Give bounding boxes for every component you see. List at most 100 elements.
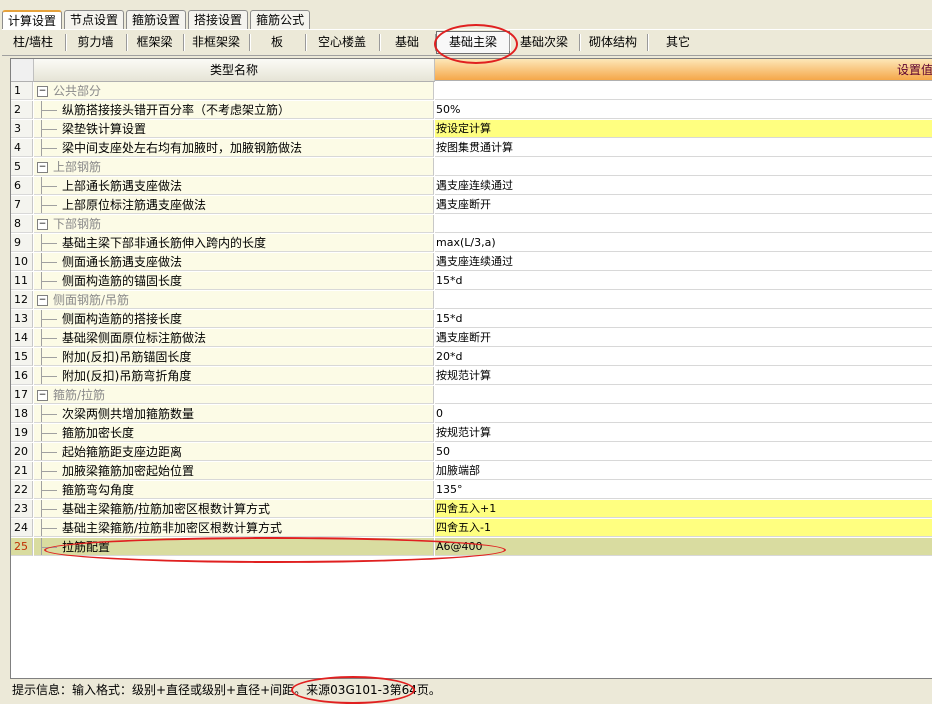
table-row[interactable]: 9 基础主梁下部非通长筋伸入跨内的长度 max(L/3,a) bbox=[11, 234, 932, 253]
row-name-cell[interactable]: 拉筋配置 bbox=[34, 538, 434, 556]
column-header-value[interactable]: 设置值 bbox=[435, 59, 932, 81]
row-name-cell[interactable]: 附加(反扣)吊筋弯折角度 bbox=[34, 367, 434, 385]
sub-tab-1[interactable]: 剪力墙 bbox=[66, 32, 125, 52]
collapse-icon[interactable]: − bbox=[37, 162, 48, 173]
table-row[interactable]: 2 纵筋搭接接头错开百分率（不考虑架立筋） 50% bbox=[11, 101, 932, 120]
row-name-cell[interactable]: 箍筋弯勾角度 bbox=[34, 481, 434, 499]
group-row[interactable]: 5− 上部钢筋 bbox=[11, 158, 932, 177]
row-value-cell[interactable]: 遇支座断开 bbox=[435, 196, 932, 214]
table-row[interactable]: 22 箍筋弯勾角度 135° bbox=[11, 481, 932, 500]
row-value-cell[interactable]: 遇支座连续通过 bbox=[435, 253, 932, 271]
table-row[interactable]: 6 上部通长筋遇支座做法 遇支座连续通过 bbox=[11, 177, 932, 196]
sub-tab-10[interactable]: 其它 bbox=[648, 32, 708, 52]
table-row[interactable]: 20 起始箍筋距支座边距离 50 bbox=[11, 443, 932, 462]
row-name-cell[interactable]: − 侧面钢筋/吊筋 bbox=[34, 291, 434, 309]
row-name-cell[interactable]: 梁中间支座处左右均有加腋时，加腋钢筋做法 bbox=[34, 139, 434, 157]
table-row[interactable]: 14 基础梁侧面原位标注筋做法 遇支座断开 bbox=[11, 329, 932, 348]
top-tab-1[interactable]: 节点设置 bbox=[64, 10, 125, 29]
row-value-cell[interactable]: 50% bbox=[435, 101, 932, 119]
row-value-cell[interactable]: 135° bbox=[435, 481, 932, 499]
row-name-cell[interactable]: 基础主梁箍筋/拉筋非加密区根数计算方式 bbox=[34, 519, 434, 537]
row-value-cell[interactable]: A6@400 bbox=[435, 538, 932, 556]
row-value-cell[interactable]: 按规范计算 bbox=[435, 367, 932, 385]
group-row[interactable]: 12− 侧面钢筋/吊筋 bbox=[11, 291, 932, 310]
row-value-cell[interactable]: 四舍五入+1 bbox=[435, 500, 932, 518]
table-row[interactable]: 15 附加(反扣)吊筋锚固长度 20*d bbox=[11, 348, 932, 367]
row-value-cell[interactable]: 15*d bbox=[435, 272, 932, 290]
row-number: 2 bbox=[11, 101, 33, 119]
sub-tab-3[interactable]: 非框架梁 bbox=[184, 32, 248, 52]
row-name-cell[interactable]: 上部原位标注筋遇支座做法 bbox=[34, 196, 434, 214]
table-row[interactable]: 18 次梁两侧共增加箍筋数量 0 bbox=[11, 405, 932, 424]
row-value-cell[interactable]: 四舍五入-1 bbox=[435, 519, 932, 537]
table-row[interactable]: 13 侧面构造筋的搭接长度 15*d bbox=[11, 310, 932, 329]
table-row[interactable]: 19 箍筋加密长度 按规范计算 bbox=[11, 424, 932, 443]
row-value-cell[interactable] bbox=[435, 215, 932, 233]
row-name-cell[interactable]: 次梁两侧共增加箍筋数量 bbox=[34, 405, 434, 423]
row-name-cell[interactable]: − 箍筋/拉筋 bbox=[34, 386, 434, 404]
row-value-cell[interactable]: 15*d bbox=[435, 310, 932, 328]
table-row[interactable]: 4 梁中间支座处左右均有加腋时，加腋钢筋做法 按图集贯通计算 bbox=[11, 139, 932, 158]
row-name-cell[interactable]: 附加(反扣)吊筋锚固长度 bbox=[34, 348, 434, 366]
row-name-cell[interactable]: 基础主梁下部非通长筋伸入跨内的长度 bbox=[34, 234, 434, 252]
group-row[interactable]: 1− 公共部分 bbox=[11, 82, 932, 101]
table-row[interactable]: 25 拉筋配置 A6@400 bbox=[11, 538, 932, 557]
table-row[interactable]: 23 基础主梁箍筋/拉筋加密区根数计算方式 四舍五入+1 bbox=[11, 500, 932, 519]
row-value-cell[interactable] bbox=[435, 386, 932, 404]
top-tab-0[interactable]: 计算设置 bbox=[2, 10, 63, 31]
group-row[interactable]: 8− 下部钢筋 bbox=[11, 215, 932, 234]
row-name-cell[interactable]: 起始箍筋距支座边距离 bbox=[34, 443, 434, 461]
row-name-cell[interactable]: 上部通长筋遇支座做法 bbox=[34, 177, 434, 195]
row-value-cell[interactable]: 按规范计算 bbox=[435, 424, 932, 442]
sub-tab-6[interactable]: 基础 bbox=[380, 32, 434, 52]
row-name-cell[interactable]: − 下部钢筋 bbox=[34, 215, 434, 233]
row-value-cell[interactable]: 按设定计算 bbox=[435, 120, 932, 138]
collapse-icon[interactable]: − bbox=[37, 295, 48, 306]
table-row[interactable]: 24 基础主梁箍筋/拉筋非加密区根数计算方式 四舍五入-1 bbox=[11, 519, 932, 538]
row-name-cell[interactable]: 基础梁侧面原位标注筋做法 bbox=[34, 329, 434, 347]
row-name-cell[interactable]: 梁垫铁计算设置 bbox=[34, 120, 434, 138]
sub-tab-8[interactable]: 基础次梁 bbox=[510, 32, 578, 52]
top-tab-4[interactable]: 箍筋公式 bbox=[250, 10, 311, 29]
table-row[interactable]: 3 梁垫铁计算设置 按设定计算 bbox=[11, 120, 932, 139]
row-value-cell[interactable] bbox=[435, 291, 932, 309]
collapse-icon[interactable]: − bbox=[37, 390, 48, 401]
row-name-cell[interactable]: − 上部钢筋 bbox=[34, 158, 434, 176]
row-value-cell[interactable] bbox=[435, 82, 932, 100]
row-number: 10 bbox=[11, 253, 33, 271]
table-row[interactable]: 7 上部原位标注筋遇支座做法 遇支座断开 bbox=[11, 196, 932, 215]
sub-tab-2[interactable]: 框架梁 bbox=[127, 32, 182, 52]
table-row[interactable]: 16 附加(反扣)吊筋弯折角度 按规范计算 bbox=[11, 367, 932, 386]
row-name-cell[interactable]: 加腋梁箍筋加密起始位置 bbox=[34, 462, 434, 480]
row-name-cell[interactable]: 基础主梁箍筋/拉筋加密区根数计算方式 bbox=[34, 500, 434, 518]
row-name-cell[interactable]: − 公共部分 bbox=[34, 82, 434, 100]
row-name-cell[interactable]: 侧面构造筋的搭接长度 bbox=[34, 310, 434, 328]
row-value-cell[interactable]: max(L/3,a) bbox=[435, 234, 932, 252]
row-name-cell[interactable]: 纵筋搭接接头错开百分率（不考虑架立筋） bbox=[34, 101, 434, 119]
top-tab-2[interactable]: 箍筋设置 bbox=[126, 10, 187, 29]
sub-tab-5[interactable]: 空心楼盖 bbox=[306, 32, 378, 52]
row-name-cell[interactable]: 箍筋加密长度 bbox=[34, 424, 434, 442]
sub-tab-7[interactable]: 基础主梁 bbox=[436, 31, 510, 54]
row-value-cell[interactable]: 遇支座断开 bbox=[435, 329, 932, 347]
collapse-icon[interactable]: − bbox=[37, 219, 48, 230]
column-header-name[interactable]: 类型名称 bbox=[34, 59, 435, 82]
table-row[interactable]: 21 加腋梁箍筋加密起始位置 加腋端部 bbox=[11, 462, 932, 481]
top-tab-3[interactable]: 搭接设置 bbox=[188, 10, 249, 29]
sub-tab-0[interactable]: 柱/墙柱 bbox=[2, 32, 64, 52]
row-value-cell[interactable]: 50 bbox=[435, 443, 932, 461]
collapse-icon[interactable]: − bbox=[37, 86, 48, 97]
row-value-cell[interactable]: 20*d bbox=[435, 348, 932, 366]
row-value-cell[interactable]: 加腋端部 bbox=[435, 462, 932, 480]
row-value-cell[interactable]: 按图集贯通计算 bbox=[435, 139, 932, 157]
table-row[interactable]: 11 侧面构造筋的锚固长度 15*d bbox=[11, 272, 932, 291]
sub-tab-9[interactable]: 砌体结构 bbox=[580, 32, 646, 52]
row-value-cell[interactable]: 0 bbox=[435, 405, 932, 423]
table-row[interactable]: 10 侧面通长筋遇支座做法 遇支座连续通过 bbox=[11, 253, 932, 272]
group-row[interactable]: 17− 箍筋/拉筋 bbox=[11, 386, 932, 405]
row-value-cell[interactable]: 遇支座连续通过 bbox=[435, 177, 932, 195]
row-name-cell[interactable]: 侧面通长筋遇支座做法 bbox=[34, 253, 434, 271]
row-value-cell[interactable] bbox=[435, 158, 932, 176]
row-name-cell[interactable]: 侧面构造筋的锚固长度 bbox=[34, 272, 434, 290]
sub-tab-4[interactable]: 板 bbox=[250, 32, 304, 52]
